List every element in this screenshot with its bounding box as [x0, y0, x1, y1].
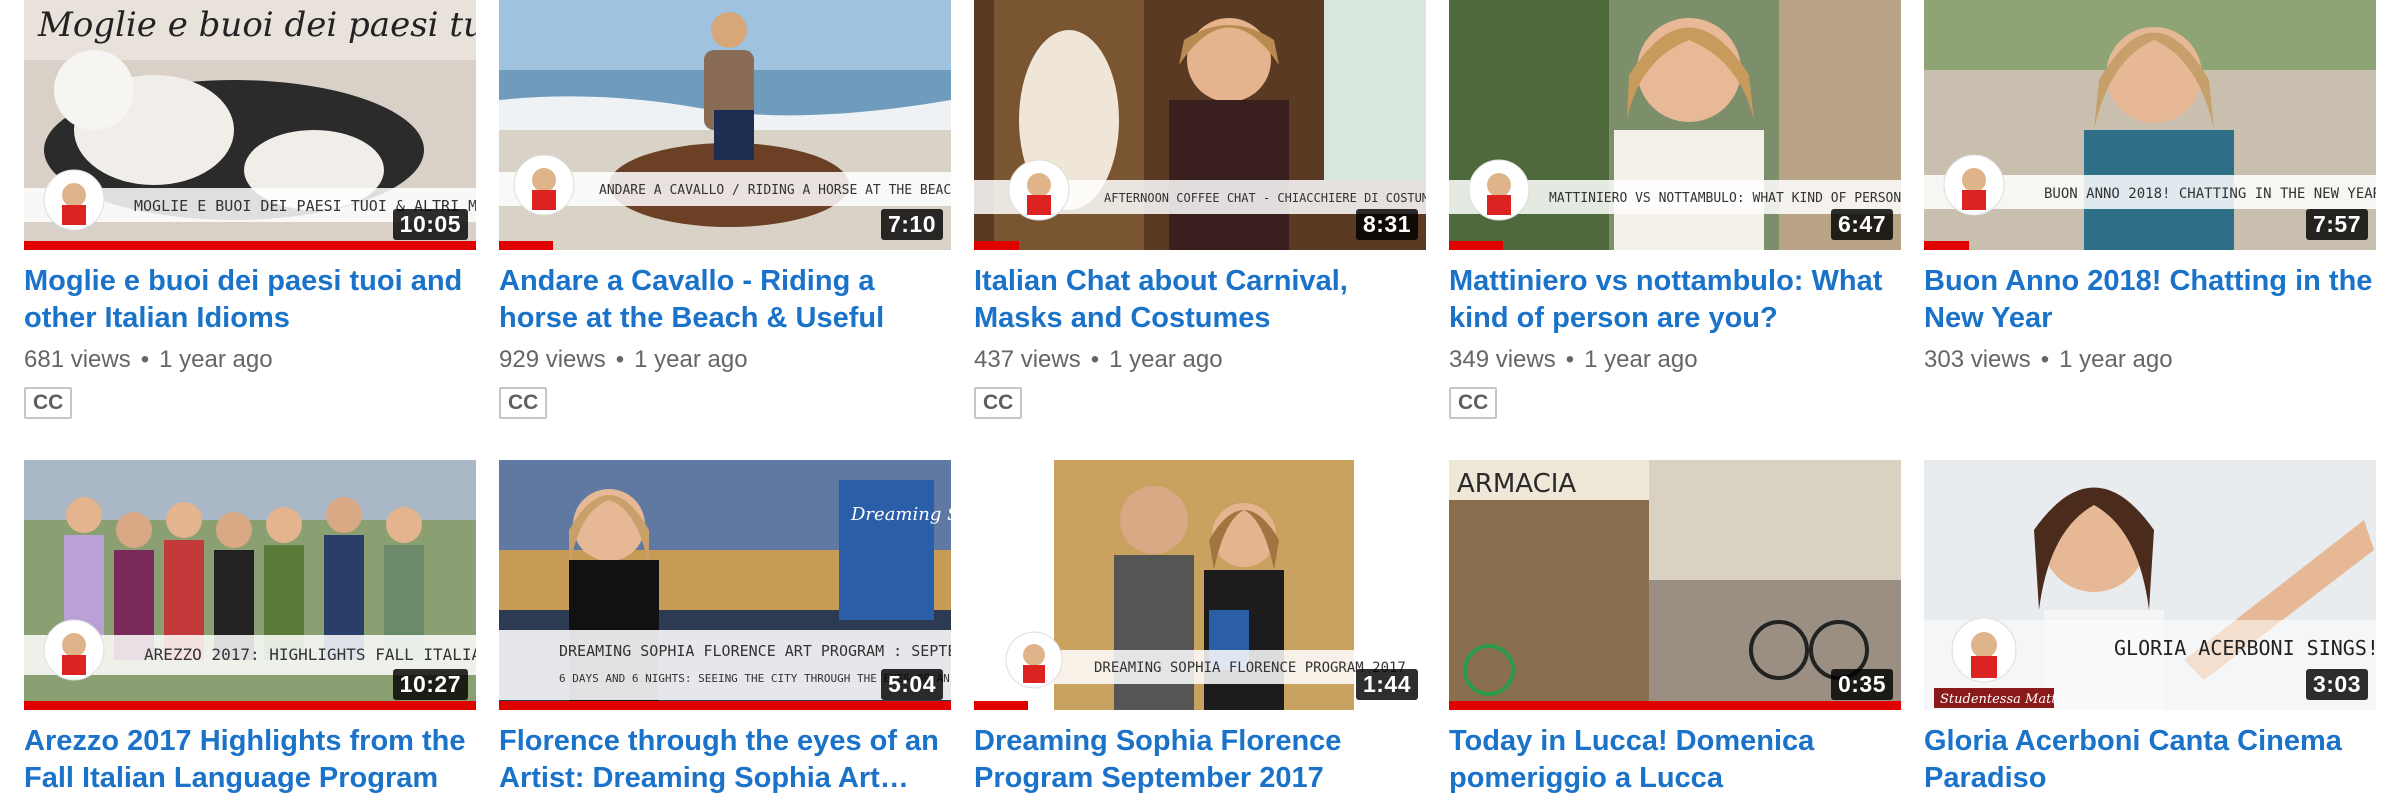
video-duration: 7:10 [880, 209, 943, 240]
video-duration: 8:31 [1355, 209, 1418, 240]
video-title[interactable]: Andare a Cavallo - Riding a horse at the… [499, 263, 951, 337]
video-title[interactable]: Today in Lucca! Domenica pomeriggio a Lu… [1449, 723, 1901, 797]
thumbnail-caption: BUON ANNO 2018! CHATTING IN THE NEW YEAR… [2044, 186, 2376, 202]
video-duration: 10:27 [392, 669, 468, 700]
upload-age: 1 year ago [1109, 346, 1223, 373]
video-duration: 6:47 [1830, 209, 1893, 240]
video-duration: 5:04 [880, 669, 943, 700]
cc-badge: CC [499, 387, 548, 419]
shop-sign: ARMACIA [1457, 469, 1576, 499]
watch-progress [974, 241, 1020, 250]
video-thumbnail[interactable]: ANDARE A CAVALLO / RIDING A HORSE AT THE… [499, 0, 951, 250]
video-card[interactable]: AFTERNOON COFFEE CHAT - CHIACCHIERE DI C… [974, 0, 1426, 419]
view-count: 303 views [1924, 346, 2031, 373]
video-card[interactable]: GLORIA ACERBONI SINGS! CINEMA PARADISO S… [1924, 460, 2376, 797]
video-thumbnail[interactable]: AREZZO 2017: HIGHLIGHTS FALL ITALIAN PRO… [24, 460, 476, 710]
video-meta: 681 views • 1 year ago [24, 346, 273, 373]
video-thumbnail[interactable]: BUON ANNO 2018! CHATTING IN THE NEW YEAR… [1924, 0, 2376, 250]
thumbnail-caption: DREAMING SOPHIA FLORENCE ART PROGRAM : S… [559, 642, 951, 660]
watch-progress [1924, 241, 1970, 250]
video-meta: 349 views • 1 year ago [1449, 346, 1698, 373]
video-title[interactable]: Florence through the eyes of an Artist: … [499, 723, 951, 797]
video-title[interactable]: Gloria Acerboni Canta Cinema Paradiso [1924, 723, 2376, 797]
video-card[interactable]: MATTINIERO VS NOTTAMBULO: WHAT KIND OF P… [1449, 0, 1901, 419]
video-duration: 0:35 [1830, 669, 1893, 700]
video-thumbnail[interactable]: GLORIA ACERBONI SINGS! CINEMA PARADISO S… [1924, 460, 2376, 710]
brand-label: Studentessa Matta [1940, 692, 2064, 707]
video-thumbnail[interactable]: Moglie e buoi dei paesi tuoi MOGLIE E BU… [24, 0, 476, 250]
upload-age: 1 year ago [1584, 346, 1698, 373]
video-duration: 7:57 [2305, 209, 2368, 240]
view-count: 349 views [1449, 346, 1556, 373]
video-meta: 303 views • 1 year ago [1924, 346, 2173, 373]
video-title[interactable]: Moglie e buoi dei paesi tuoi and other I… [24, 263, 476, 337]
upload-age: 1 year ago [159, 346, 273, 373]
watch-progress [24, 241, 476, 250]
video-thumbnail[interactable]: AFTERNOON COFFEE CHAT - CHIACCHIERE DI C… [974, 0, 1426, 250]
thumbnail-caption: MATTINIERO VS NOTTAMBULO: WHAT KIND OF P… [1549, 191, 1901, 206]
thumbnail-caption: AREZZO 2017: HIGHLIGHTS FALL ITALIAN PRO… [144, 645, 476, 664]
watch-progress [1449, 701, 1901, 710]
watch-progress [499, 701, 951, 710]
video-title[interactable]: Buon Anno 2018! Chatting in the New Year [1924, 263, 2376, 337]
video-title[interactable]: Dreaming Sophia Florence Program Septemb… [974, 723, 1426, 797]
video-meta: 929 views • 1 year ago [499, 346, 748, 373]
watch-progress [974, 701, 1029, 710]
video-title[interactable]: Italian Chat about Carnival, Masks and C… [974, 263, 1426, 337]
video-title[interactable]: Arezzo 2017 Highlights from the Fall Ita… [24, 723, 476, 797]
cc-badge: CC [24, 387, 73, 419]
upload-age: 1 year ago [2059, 346, 2173, 373]
video-card[interactable]: Moglie e buoi dei paesi tuoi MOGLIE E BU… [24, 0, 476, 419]
upload-age: 1 year ago [634, 346, 748, 373]
video-card[interactable]: Dreaming Sophia DREAMING SOPHIA FLORENCE… [499, 460, 951, 797]
video-duration: 10:05 [392, 209, 468, 240]
video-thumbnail[interactable]: ARMACIA 0:35 [1449, 460, 1901, 710]
video-thumbnail[interactable]: DREAMING SOPHIA FLORENCE PROGRAM 2017 1:… [974, 460, 1426, 710]
video-duration: 1:44 [1355, 669, 1418, 700]
video-duration: 3:03 [2305, 669, 2368, 700]
video-grid: Moglie e buoi dei paesi tuoi MOGLIE E BU… [0, 0, 2400, 800]
watch-progress [1449, 241, 1504, 250]
thumbnail-caption: GLORIA ACERBONI SINGS! CINEMA PARADISO [2114, 636, 2376, 660]
view-count: 929 views [499, 346, 606, 373]
thumbnail-caption: ANDARE A CAVALLO / RIDING A HORSE AT THE… [599, 183, 951, 198]
video-meta: 437 views • 1 year ago [974, 346, 1223, 373]
video-thumbnail[interactable]: Dreaming Sophia DREAMING SOPHIA FLORENCE… [499, 460, 951, 710]
thumbnail-heading: Moglie e buoi dei paesi tuoi [37, 5, 476, 45]
view-count: 681 views [24, 346, 131, 373]
thumbnail-caption: AFTERNOON COFFEE CHAT - CHIACCHIERE DI C… [1104, 191, 1426, 205]
video-title[interactable]: Mattiniero vs nottambulo: What kind of p… [1449, 263, 1901, 337]
video-card[interactable]: BUON ANNO 2018! CHATTING IN THE NEW YEAR… [1924, 0, 2376, 375]
watch-progress [499, 241, 554, 250]
view-count: 437 views [974, 346, 1081, 373]
video-card[interactable]: ANDARE A CAVALLO / RIDING A HORSE AT THE… [499, 0, 951, 419]
video-card[interactable]: ARMACIA 0:35 Today in Lucca! Domenica po… [1449, 460, 1901, 797]
cc-badge: CC [1449, 387, 1498, 419]
watch-progress [24, 701, 476, 710]
book-title: Dreaming Sophia [850, 504, 951, 525]
video-thumbnail[interactable]: MATTINIERO VS NOTTAMBULO: WHAT KIND OF P… [1449, 0, 1901, 250]
video-card[interactable]: AREZZO 2017: HIGHLIGHTS FALL ITALIAN PRO… [24, 460, 476, 797]
video-card[interactable]: DREAMING SOPHIA FLORENCE PROGRAM 2017 1:… [974, 460, 1426, 797]
cc-badge: CC [974, 387, 1023, 419]
